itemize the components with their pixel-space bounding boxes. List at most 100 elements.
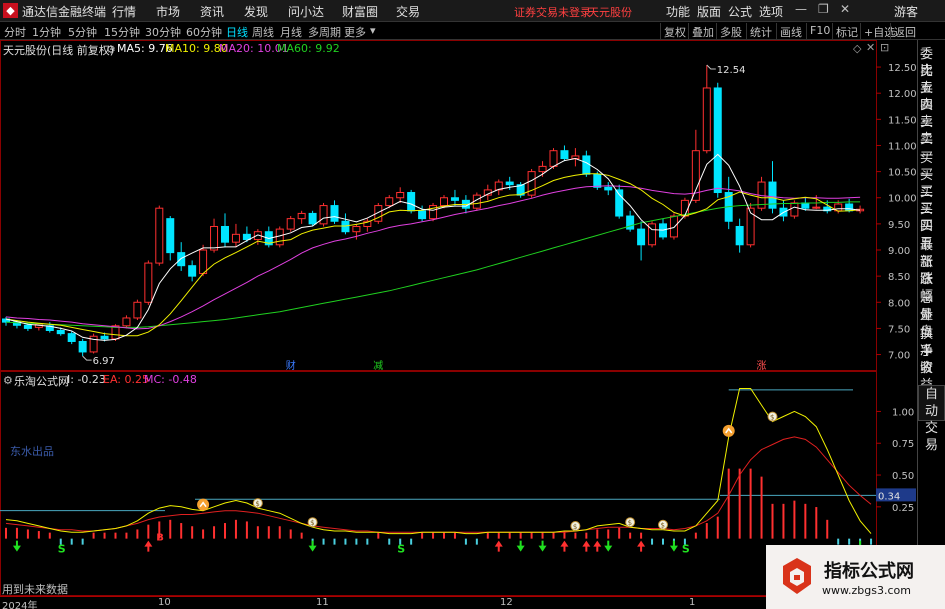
settings-gear-icon[interactable]: ⚙ [106, 43, 116, 56]
close-icon[interactable]: ✕ [840, 2, 850, 16]
candle-down-body [221, 225, 229, 243]
menu-wealth[interactable]: 财富圈 [342, 3, 378, 20]
money-bag-icon: $ [255, 500, 259, 508]
candle-up-body [210, 225, 219, 251]
stats-button[interactable]: 统计 [746, 23, 775, 39]
candle-down-body [713, 87, 722, 194]
candle-up-body [669, 215, 678, 238]
money-bag-icon: $ [573, 523, 577, 531]
candle-down-body [177, 252, 186, 267]
candle-down-body [100, 335, 109, 340]
candle-up-body [440, 197, 448, 207]
money-bag-icon: $ [310, 519, 314, 527]
watermark-logo-icon [783, 558, 811, 594]
period-tab[interactable]: 分时 [4, 24, 26, 40]
overlay-button[interactable]: 叠加 [688, 23, 717, 39]
y-tick-label: 11.50 [888, 115, 917, 126]
sell-arrow-icon [538, 545, 547, 552]
y-tick-label: 10.00 [888, 194, 917, 205]
candle-up-body [549, 150, 558, 167]
s-signal-icon: S [682, 543, 690, 556]
money-bag-icon: $ [661, 522, 665, 530]
period-tab[interactable]: 1分钟 [32, 24, 61, 40]
menu-market[interactable]: 市场 [156, 3, 180, 20]
draw-line-button[interactable]: 画线 [776, 23, 805, 39]
more-periods[interactable]: 更多 [344, 24, 366, 40]
back-button[interactable]: 返回 [890, 23, 919, 39]
menu-formula[interactable]: 公式 [728, 3, 752, 20]
candle-down-body [166, 218, 175, 254]
future-data-note: 用到未来数据 [2, 583, 68, 596]
candle-down-body [560, 150, 569, 160]
candle-up-body [812, 206, 821, 209]
indicator-ea-value: EA: 0.25 [103, 373, 149, 386]
menu-layout[interactable]: 版面 [697, 3, 721, 20]
event-tag: 涨 [757, 360, 767, 371]
candle-down-body [582, 155, 591, 175]
auto-trade-button[interactable]: 自动 交易 [918, 385, 945, 453]
candle-down-body [188, 265, 197, 277]
period-tab[interactable]: 周线 [252, 24, 274, 40]
indicator-mc-value: MC: -0.48 [144, 373, 197, 386]
candle-down-body [308, 212, 317, 225]
y-tick-label: 0.50 [892, 471, 914, 482]
candle-down-body [505, 181, 514, 186]
expand-panel-icon[interactable]: ⊡ [880, 41, 889, 54]
minimize-icon[interactable]: — [795, 2, 807, 16]
menu-options[interactable]: 选项 [759, 3, 783, 20]
candle-up-body [133, 301, 142, 319]
guest-label[interactable]: 游客 [894, 3, 918, 20]
y-tick-label: 12.00 [888, 89, 917, 100]
candle-up-body [199, 249, 208, 275]
period-tab[interactable]: 多周期 [308, 24, 341, 40]
y-tick-label: 8.50 [888, 272, 910, 283]
menu-function[interactable]: 功能 [666, 3, 690, 20]
candle-up-body [538, 165, 547, 173]
menu-news[interactable]: 资讯 [200, 3, 224, 20]
x-label: 12 [500, 597, 513, 608]
period-tab[interactable]: 月线 [280, 24, 302, 40]
sell-arrow-icon [308, 545, 317, 552]
x-label: 2024年 [2, 601, 38, 609]
candle-up-body [385, 197, 394, 207]
period-tab[interactable]: 30分钟 [145, 24, 181, 40]
y-tick-label: 9.00 [888, 246, 910, 257]
chevron-down-icon[interactable]: ▾ [370, 24, 376, 37]
period-tab[interactable]: 15分钟 [104, 24, 140, 40]
y-tick-label: 7.50 [888, 324, 910, 335]
multi-stock-button[interactable]: 多股 [716, 23, 745, 39]
period-tab[interactable]: 5分钟 [68, 24, 97, 40]
period-tab[interactable]: 60分钟 [186, 24, 222, 40]
trade-login-warning[interactable]: 证券交易未登录 [514, 4, 591, 20]
shrink-icon[interactable]: ◇ [853, 42, 861, 55]
kline-chart[interactable]: 12.50 12.00 11.50 11.00 10.50 10.00 9.50 9.00 8.… [0, 40, 917, 372]
y-tick-label: 9.50 [888, 220, 910, 231]
money-bag-icon: $ [770, 414, 774, 422]
auto-trade-label: 自动 [924, 387, 938, 419]
menu-ask[interactable]: 问小达 [288, 3, 324, 20]
candle-down-body [330, 205, 339, 222]
period-tab-active[interactable]: 日线 [226, 24, 248, 40]
ea-line [5, 436, 872, 533]
app-title: 通达信金融终端 [22, 5, 107, 19]
s-signal-icon: S [397, 543, 405, 556]
candle-down-body [407, 192, 416, 212]
candle-up-body [144, 262, 153, 303]
current-value-label: 0.34 [878, 491, 900, 502]
f10-button[interactable]: F10 [806, 23, 833, 39]
close-panel-icon[interactable]: ✕ [866, 41, 875, 54]
candle-up-body [155, 207, 164, 264]
adjust-button[interactable]: 复权 [660, 23, 689, 39]
s-signal-icon: S [58, 543, 66, 556]
candle-up-body [702, 87, 711, 152]
menu-discover[interactable]: 发现 [244, 3, 268, 20]
money-bag-icon: $ [628, 519, 632, 527]
menu-quotes[interactable]: 行情 [112, 3, 136, 20]
restore-icon[interactable]: ❐ [818, 2, 829, 16]
mark-button[interactable]: 标记 [832, 23, 861, 39]
menu-trade[interactable]: 交易 [396, 3, 420, 20]
settings-gear-icon[interactable]: ⚙ [3, 374, 13, 387]
candle-down-body [637, 228, 646, 246]
sell-arrow-icon [669, 545, 678, 552]
candle-down-body [67, 333, 76, 342]
